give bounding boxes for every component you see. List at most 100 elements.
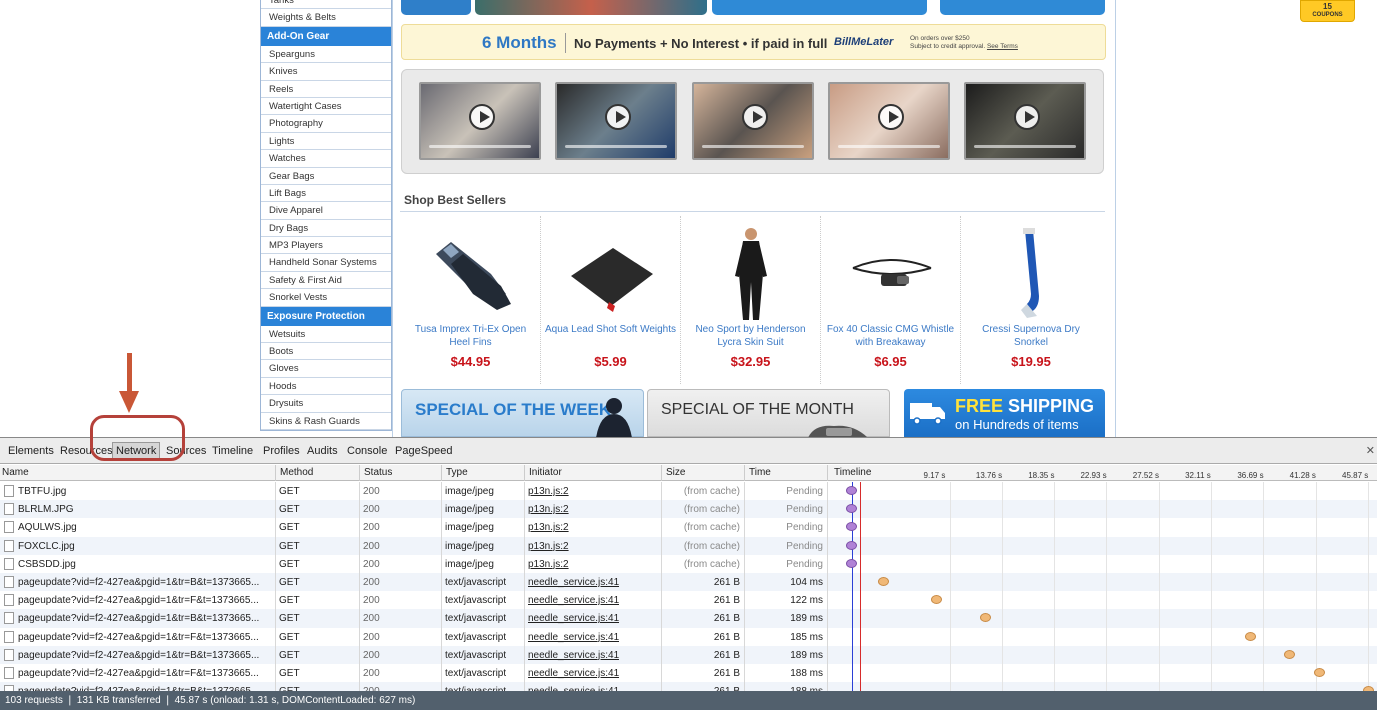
free-shipping-banner[interactable]: FREE SHIPPING on Hundreds of items <box>904 389 1105 437</box>
skin-suit-icon[interactable] <box>701 224 801 322</box>
request-initiator[interactable]: p13n.js:2 <box>528 522 569 533</box>
timeline-bar[interactable] <box>877 577 889 586</box>
product-name[interactable]: Tusa Imprex Tri-Ex Open Heel Fins <box>405 323 536 349</box>
request-name[interactable]: pageupdate?vid=f2-427ea&pgid=1&tr=B&t=13… <box>18 577 273 588</box>
play-icon[interactable] <box>1014 104 1040 130</box>
timeline-bar[interactable] <box>846 558 857 568</box>
sidebar-item[interactable]: Lights <box>261 133 391 151</box>
timeline-bar[interactable] <box>1283 649 1295 659</box>
request-name[interactable]: pageupdate?vid=f2-427ea&pgid=1&tr=F&t=13… <box>18 595 273 606</box>
tab-pagespeed[interactable]: PageSpeed <box>395 445 453 457</box>
sidebar-item[interactable]: Gloves <box>261 360 391 378</box>
request-name[interactable]: BLRLM.JPG <box>18 504 273 515</box>
network-request-row[interactable]: BLRLM.JPG GET 200 image/jpeg p13n.js:2 (from … <box>0 500 1377 519</box>
sidebar-item[interactable]: Reels <box>261 81 391 98</box>
request-initiator[interactable]: needle_service.js:41 <box>528 577 619 588</box>
play-icon[interactable] <box>878 104 904 130</box>
sidebar-item[interactable]: Boots <box>261 343 391 361</box>
request-initiator[interactable]: p13n.js:2 <box>528 504 569 515</box>
product-card[interactable]: Fox 40 Classic CMG Whistle with Breakawa… <box>821 216 961 384</box>
product-card[interactable]: Cressi Supernova Dry Snorkel $19.95 <box>961 216 1101 384</box>
product-name[interactable]: Aqua Lead Shot Soft Weights <box>545 323 676 336</box>
close-icon[interactable]: ✕ <box>1366 444 1375 457</box>
product-card[interactable]: Neo Sport by Henderson Lycra Skin Suit $… <box>681 216 821 384</box>
product-name[interactable]: Cressi Supernova Dry Snorkel <box>965 323 1097 349</box>
timeline-bar[interactable] <box>846 540 857 550</box>
financing-promo-banner[interactable]: 6 Months No Payments + No Interest • if … <box>401 24 1106 60</box>
video-thumbnail[interactable] <box>828 82 950 160</box>
column-status[interactable]: Status <box>364 467 392 478</box>
sidebar-item[interactable]: Handheld Sonar Systems <box>261 254 391 272</box>
sidebar-item[interactable]: Spearguns <box>261 46 391 64</box>
coupons-badge[interactable]: 15 COUPONS <box>1300 0 1355 22</box>
request-name[interactable]: pageupdate?vid=f2-427ea&pgid=1&tr=B&t=13… <box>18 613 273 624</box>
sidebar-item[interactable]: Tanks <box>261 0 391 10</box>
network-request-row[interactable]: FOXCLC.jpg GET 200 image/jpeg p13n.js:2 (from… <box>0 536 1377 555</box>
network-request-row[interactable]: TBTFU.jpg GET 200 image/jpeg p13n.js:2 (from … <box>0 482 1377 500</box>
play-icon[interactable] <box>605 104 631 130</box>
product-name[interactable]: Fox 40 Classic CMG Whistle with Breakawa… <box>825 323 956 349</box>
sidebar-item[interactable]: Dry Bags <box>261 220 391 238</box>
tab-audits[interactable]: Audits <box>307 445 338 457</box>
sidebar-item[interactable]: Lift Bags <box>261 185 391 203</box>
network-request-row[interactable]: pageupdate?vid=f2-427ea&pgid=1&tr=B&t=13… <box>0 573 1377 592</box>
sidebar-item[interactable]: Snorkel Vests <box>261 289 391 307</box>
video-thumbnail[interactable] <box>692 82 814 160</box>
tab-console[interactable]: Console <box>347 445 387 457</box>
column-timeline[interactable]: Timeline <box>834 467 871 478</box>
column-time[interactable]: Time <box>749 467 771 478</box>
sidebar-item[interactable]: Hoods <box>261 378 391 396</box>
request-initiator[interactable]: p13n.js:2 <box>528 486 569 497</box>
tab-elements[interactable]: Elements <box>8 445 54 457</box>
video-thumbnail[interactable] <box>555 82 677 160</box>
tab-profiles[interactable]: Profiles <box>263 445 300 457</box>
sidebar-item[interactable]: Wetsuits <box>261 326 391 344</box>
play-icon[interactable] <box>469 104 495 130</box>
timeline-bar[interactable] <box>1244 631 1256 641</box>
sidebar-item[interactable]: Watertight Cases <box>261 98 391 116</box>
sidebar-item[interactable]: Drysuits <box>261 395 391 413</box>
column-method[interactable]: Method <box>280 467 313 478</box>
request-initiator[interactable]: needle_service.js:41 <box>528 668 619 679</box>
network-request-row[interactable]: AQULWS.jpg GET 200 image/jpeg p13n.js:2 (from… <box>0 518 1377 536</box>
request-initiator[interactable]: p13n.js:2 <box>528 541 569 552</box>
special-of-the-week-banner[interactable]: SPECIAL OF THE WEEK <box>401 389 644 437</box>
snorkel-icon[interactable] <box>981 224 1081 322</box>
sidebar-item[interactable]: Knives <box>261 63 391 81</box>
sidebar-item[interactable]: Safety & First Aid <box>261 272 391 290</box>
product-name[interactable]: Neo Sport by Henderson Lycra Skin Suit <box>685 323 816 349</box>
fins-icon[interactable] <box>421 224 521 322</box>
sidebar-section-heading[interactable]: Exposure Protection <box>261 306 391 326</box>
tab-timeline[interactable]: Timeline <box>212 445 253 457</box>
whistle-icon[interactable] <box>841 224 941 322</box>
network-request-row[interactable]: CSBSDD.jpg GET 200 image/jpeg p13n.js:2 (from… <box>0 555 1377 573</box>
request-initiator[interactable]: needle_service.js:41 <box>528 613 619 624</box>
network-request-row[interactable]: pageupdate?vid=f2-427ea&pgid=1&tr=F&t=13… <box>0 628 1377 646</box>
request-name[interactable]: pageupdate?vid=f2-427ea&pgid=1&tr=F&t=13… <box>18 668 273 679</box>
request-name[interactable]: AQULWS.jpg <box>18 522 273 533</box>
network-request-row[interactable]: pageupdate?vid=f2-427ea&pgid=1&tr=B&t=13… <box>0 682 1377 691</box>
sidebar-section-heading[interactable]: Add-On Gear <box>261 26 391 46</box>
column-size[interactable]: Size <box>666 467 685 478</box>
sidebar-item[interactable]: Gear Bags <box>261 168 391 185</box>
play-icon[interactable] <box>742 104 768 130</box>
request-name[interactable]: pageupdate?vid=f2-427ea&pgid=1&tr=F&t=13… <box>18 632 273 643</box>
video-thumbnail[interactable] <box>964 82 1086 160</box>
request-name[interactable]: FOXCLC.jpg <box>18 541 273 552</box>
sidebar-item[interactable]: Skins & Rash Guards <box>261 413 391 430</box>
column-name[interactable]: Name <box>2 467 29 478</box>
request-initiator[interactable]: needle_service.js:41 <box>528 632 619 643</box>
request-initiator[interactable]: p13n.js:2 <box>528 559 569 570</box>
request-initiator[interactable]: needle_service.js:41 <box>528 595 619 606</box>
product-card[interactable]: Tusa Imprex Tri-Ex Open Heel Fins $44.95 <box>401 216 541 384</box>
sidebar-item[interactable]: MP3 Players <box>261 237 391 255</box>
network-request-row[interactable]: pageupdate?vid=f2-427ea&pgid=1&tr=F&t=13… <box>0 591 1377 609</box>
request-name[interactable]: pageupdate?vid=f2-427ea&pgid=1&tr=B&t=13… <box>18 650 273 661</box>
request-initiator[interactable]: needle_service.js:41 <box>528 650 619 661</box>
sidebar-item[interactable]: Weights & Belts <box>261 9 391 27</box>
weight-pouch-icon[interactable] <box>561 224 661 322</box>
network-request-row[interactable]: pageupdate?vid=f2-427ea&pgid=1&tr=F&t=13… <box>0 664 1377 682</box>
sidebar-item[interactable]: Photography <box>261 115 391 133</box>
sidebar-item[interactable]: Dive Apparel <box>261 202 391 220</box>
column-type[interactable]: Type <box>446 467 468 478</box>
